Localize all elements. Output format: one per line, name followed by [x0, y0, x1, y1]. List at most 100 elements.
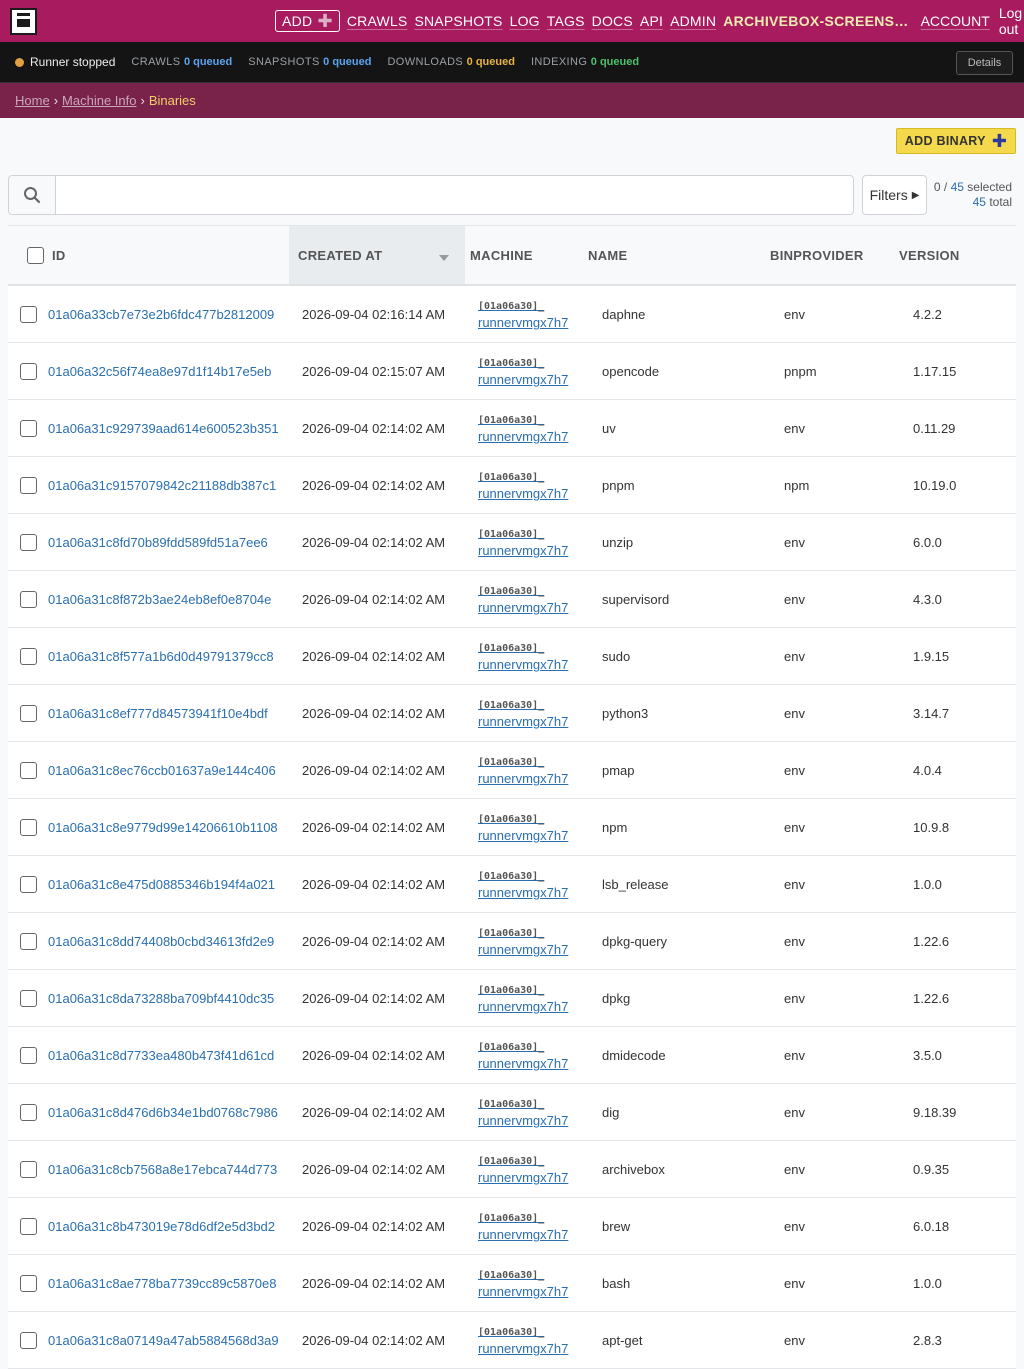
row-checkbox[interactable]	[19, 704, 37, 722]
binary-id-link[interactable]: 01a06a31c8dd74408b0cbd34613fd2e9	[48, 934, 274, 949]
binary-id-link[interactable]: 01a06a33cb7e73e2b6fdc477b2812009	[48, 307, 274, 322]
row-checkbox[interactable]	[19, 647, 37, 665]
machine-link[interactable]: [01a06a30]_ runnervmgx7h7	[478, 753, 591, 787]
machine-link[interactable]: [01a06a30]_ runnervmgx7h7	[478, 639, 591, 673]
details-button[interactable]: Details	[956, 51, 1013, 75]
search-icon[interactable]	[9, 176, 56, 214]
row-checkbox[interactable]	[19, 1331, 37, 1349]
table-row: 01a06a32c56f74ea8e97d1f14b17e5eb 2026-09…	[8, 343, 1016, 400]
row-checkbox[interactable]	[19, 818, 37, 836]
machine-link[interactable]: [01a06a30]_ runnervmgx7h7	[478, 297, 591, 331]
row-select-cell	[8, 362, 48, 380]
binary-id-link[interactable]: 01a06a31c8e9779d99e14206610b1108	[48, 820, 278, 835]
machine-link[interactable]: [01a06a30]_ runnervmgx7h7	[478, 1152, 591, 1186]
binary-id-link[interactable]: 01a06a31c8fd70b89fdd589fd51a7ee6	[48, 535, 268, 550]
row-checkbox[interactable]	[19, 1046, 37, 1064]
machine-link[interactable]: [01a06a30]_ runnervmgx7h7	[478, 1323, 591, 1357]
binary-id-link[interactable]: 01a06a31c8ae778ba7739cc89c5870e8	[48, 1276, 276, 1291]
name-cell: python3	[602, 705, 649, 721]
binary-id-link[interactable]: 01a06a32c56f74ea8e97d1f14b17e5eb	[48, 364, 271, 379]
row-checkbox[interactable]	[19, 875, 37, 893]
select-all-checkbox[interactable]	[27, 246, 44, 264]
archivebox-logo-icon[interactable]	[10, 8, 37, 35]
add-binary-button[interactable]: ADD BINARY ✚	[896, 128, 1016, 154]
machine-link[interactable]: [01a06a30]_ runnervmgx7h7	[478, 468, 591, 502]
site-name[interactable]: ARCHIVEBOX-SCREENS…	[723, 13, 908, 29]
binary-id-link[interactable]: 01a06a31c8e475d0885346b194f4a021	[48, 877, 275, 892]
machine-link[interactable]: [01a06a30]_ runnervmgx7h7	[478, 525, 591, 559]
add-button[interactable]: ADD ✚	[275, 10, 340, 32]
column-header-version[interactable]: VERSION	[899, 226, 1016, 284]
binary-id-link[interactable]: 01a06a31c8b473019e78d6df2e5d3bd2	[48, 1219, 275, 1234]
row-checkbox[interactable]	[19, 989, 37, 1007]
binary-id-link[interactable]: 01a06a31c8ef777d84573941f10e4bdf	[48, 706, 268, 721]
machine-cell: [01a06a30]_ runnervmgx7h7	[467, 525, 591, 559]
total-count-link[interactable]: 45	[973, 195, 986, 209]
machine-link[interactable]: [01a06a30]_ runnervmgx7h7	[478, 810, 591, 844]
row-checkbox[interactable]	[19, 932, 37, 950]
binary-id-link[interactable]: 01a06a31c8a07149a47ab5884568d3a9	[48, 1333, 279, 1348]
binary-id-link[interactable]: 01a06a31c8d7733ea480b473f41d61cd	[48, 1048, 274, 1063]
table-row: 01a06a31c8d7733ea480b473f41d61cd 2026-09…	[8, 1027, 1016, 1084]
machine-link[interactable]: [01a06a30]_ runnervmgx7h7	[478, 924, 591, 958]
binary-id-link[interactable]: 01a06a31c8f577a1b6d0d49791379cc8	[48, 649, 274, 664]
machine-link[interactable]: [01a06a30]_ runnervmgx7h7	[478, 582, 591, 616]
column-header-machine[interactable]: MACHINE	[465, 226, 588, 284]
account-link[interactable]: ACCOUNT	[921, 13, 990, 29]
row-checkbox[interactable]	[19, 1274, 37, 1292]
column-header-created-at[interactable]: CREATED AT	[289, 226, 465, 284]
binprovider-cell: env	[784, 1218, 805, 1234]
binary-id-link[interactable]: 01a06a31c9157079842c21188db387c1	[48, 478, 276, 493]
row-checkbox[interactable]	[19, 476, 37, 494]
machine-name: runnervmgx7h7	[478, 942, 569, 957]
nav-link-tags[interactable]: TAGS	[547, 13, 585, 29]
machine-link[interactable]: [01a06a30]_ runnervmgx7h7	[478, 354, 591, 388]
row-checkbox[interactable]	[19, 362, 37, 380]
binprovider-cell: env	[784, 819, 805, 835]
created-at-cell: 2026-09-04 02:14:02 AM	[302, 591, 446, 607]
machine-link[interactable]: [01a06a30]_ runnervmgx7h7	[478, 867, 591, 901]
nav-link-docs[interactable]: DOCS	[592, 13, 633, 29]
column-header-binprovider[interactable]: BINPROVIDER	[770, 226, 899, 284]
selected-count-link[interactable]: 45	[951, 180, 964, 194]
name-cell: pmap	[602, 762, 635, 778]
version-cell: 1.17.15	[913, 363, 957, 379]
binary-id-link[interactable]: 01a06a31c8ec76ccb01637a9e144c406	[48, 763, 276, 778]
machine-link[interactable]: [01a06a30]_ runnervmgx7h7	[478, 1095, 591, 1129]
binary-id-link[interactable]: 01a06a31c8cb7568a8e17ebca744d773	[48, 1162, 277, 1177]
row-checkbox[interactable]	[19, 761, 37, 779]
row-checkbox[interactable]	[19, 305, 37, 323]
nav-link-log[interactable]: LOG	[510, 13, 540, 29]
nav-link-crawls[interactable]: CRAWLS	[347, 13, 408, 29]
machine-link[interactable]: [01a06a30]_ runnervmgx7h7	[478, 1266, 591, 1300]
machine-link[interactable]: [01a06a30]_ runnervmgx7h7	[478, 981, 591, 1015]
column-header-name[interactable]: NAME	[588, 226, 770, 284]
machine-link[interactable]: [01a06a30]_ runnervmgx7h7	[478, 411, 591, 445]
nav-link-admin[interactable]: ADMIN	[670, 13, 716, 29]
row-checkbox[interactable]	[19, 1217, 37, 1235]
row-checkbox[interactable]	[19, 1160, 37, 1178]
downloads-queue-stat: DOWNLOADS 0 queued	[387, 56, 515, 68]
binprovider-cell: env	[784, 420, 805, 436]
search-input[interactable]	[56, 176, 853, 214]
logout-link[interactable]: Log out	[999, 5, 1024, 37]
row-checkbox[interactable]	[19, 590, 37, 608]
nav-link-snapshots[interactable]: SNAPSHOTS	[414, 13, 502, 29]
binary-id-link[interactable]: 01a06a31c8f872b3ae24eb8ef0e8704e	[48, 592, 271, 607]
row-checkbox[interactable]	[19, 419, 37, 437]
row-checkbox[interactable]	[19, 533, 37, 551]
binary-id-link[interactable]: 01a06a31c8d476d6b34e1bd0768c7986	[48, 1105, 278, 1120]
binary-id-link[interactable]: 01a06a31c8da73288ba709bf4410dc35	[48, 991, 274, 1006]
filters-button[interactable]: Filters ▶	[862, 175, 927, 215]
row-checkbox[interactable]	[19, 1103, 37, 1121]
created-at-cell: 2026-09-04 02:14:02 AM	[302, 420, 446, 436]
machine-link[interactable]: [01a06a30]_ runnervmgx7h7	[478, 696, 591, 730]
machine-link[interactable]: [01a06a30]_ runnervmgx7h7	[478, 1209, 591, 1243]
breadcrumb-home[interactable]: Home	[15, 93, 50, 108]
table-row: 01a06a31c8ae778ba7739cc89c5870e8 2026-09…	[8, 1255, 1016, 1312]
machine-link[interactable]: [01a06a30]_ runnervmgx7h7	[478, 1038, 591, 1072]
column-header-id[interactable]: ID	[52, 226, 289, 284]
binary-id-link[interactable]: 01a06a31c929739aad614e600523b351	[48, 421, 279, 436]
breadcrumb-machine-info[interactable]: Machine Info	[62, 93, 136, 108]
nav-link-api[interactable]: API	[640, 13, 663, 29]
